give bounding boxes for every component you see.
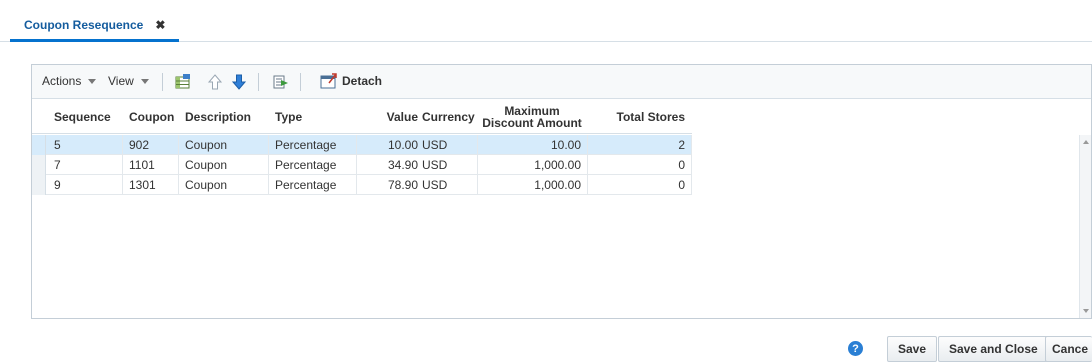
table-toolbar: Actions View Detach xyxy=(32,65,1091,99)
move-up-icon[interactable] xyxy=(206,73,224,91)
cell-currency: USD xyxy=(422,138,448,152)
cell-type: Percentage xyxy=(275,178,337,192)
actions-menu-label: Actions xyxy=(42,74,82,88)
actions-menu[interactable]: Actions xyxy=(42,74,97,88)
help-icon[interactable]: ? xyxy=(848,341,863,356)
column-divider xyxy=(691,175,692,195)
column-divider xyxy=(691,135,692,155)
cell-value: 78.90 xyxy=(387,178,418,192)
freeze-columns-icon[interactable] xyxy=(174,73,192,91)
cell-value: 10.00 xyxy=(387,138,418,152)
vertical-scrollbar[interactable] xyxy=(1079,135,1091,318)
detach-icon xyxy=(320,73,337,89)
column-header-total-stores[interactable]: Total Stores xyxy=(587,99,685,134)
cell-description: Coupon xyxy=(185,158,228,172)
column-header-maximum-discount-amount[interactable]: Maximum Discount Amount xyxy=(477,99,587,134)
table-row[interactable]: 7 1101 Coupon Percentage 34.90 USD 1,000… xyxy=(32,155,692,175)
column-divider xyxy=(268,155,269,175)
cell-description: Coupon xyxy=(185,178,228,192)
detach-button[interactable]: Detach xyxy=(320,73,382,89)
column-divider xyxy=(356,155,357,175)
cell-type: Percentage xyxy=(275,158,337,172)
toolbar-divider xyxy=(162,73,163,91)
cell-value: 34.90 xyxy=(387,158,418,172)
cell-currency: USD xyxy=(422,158,448,172)
scroll-up-icon[interactable] xyxy=(1083,140,1089,144)
tab-coupon-resequence[interactable]: Coupon Resequence ✖ xyxy=(10,10,180,42)
column-header-description[interactable]: Description xyxy=(185,99,251,134)
column-header-max-line2: Discount Amount xyxy=(482,115,582,130)
column-divider xyxy=(268,135,269,155)
cell-sequence: 5 xyxy=(54,138,61,152)
column-header-value[interactable]: Value xyxy=(362,99,418,134)
coupon-table-panel: Actions View Detach Sequence Coupon Desc… xyxy=(31,64,1092,319)
cell-total-stores: 0 xyxy=(678,158,685,172)
column-header-currency[interactable]: Currency xyxy=(422,99,475,134)
column-divider xyxy=(178,155,179,175)
column-header-max-line1: Maximum xyxy=(504,103,560,118)
row-selector[interactable] xyxy=(32,155,46,175)
cancel-button[interactable]: Cance xyxy=(1045,336,1092,362)
column-divider xyxy=(356,135,357,155)
row-selector[interactable] xyxy=(32,135,46,155)
chevron-down-icon xyxy=(140,78,149,84)
cell-max-discount: 1,000.00 xyxy=(534,158,581,172)
cell-max-discount: 1,000.00 xyxy=(534,178,581,192)
column-divider xyxy=(122,135,123,155)
cell-coupon: 1101 xyxy=(129,158,155,172)
wrap-icon[interactable] xyxy=(272,73,290,91)
cell-sequence: 7 xyxy=(54,158,61,172)
column-divider xyxy=(122,155,123,175)
tab-title: Coupon Resequence xyxy=(24,17,144,32)
toolbar-divider xyxy=(258,73,259,91)
column-divider xyxy=(178,135,179,155)
move-down-icon[interactable] xyxy=(230,73,248,91)
chevron-down-icon xyxy=(88,78,97,84)
view-menu[interactable]: View xyxy=(108,74,149,88)
cell-sequence: 9 xyxy=(54,178,61,192)
cell-currency: USD xyxy=(422,178,448,192)
scroll-down-icon[interactable] xyxy=(1083,309,1089,313)
table-header: Sequence Coupon Description Type Value C… xyxy=(32,99,692,134)
close-icon[interactable]: ✖ xyxy=(155,18,165,32)
table-row[interactable]: 5 902 Coupon Percentage 10.00 USD 10.00 … xyxy=(32,135,692,155)
column-header-type[interactable]: Type xyxy=(275,99,302,134)
detach-label: Detach xyxy=(342,74,383,88)
tab-bar: Coupon Resequence ✖ xyxy=(0,0,1092,42)
save-and-close-button[interactable]: Save and Close xyxy=(938,336,1049,362)
cell-type: Percentage xyxy=(275,138,337,152)
cell-description: Coupon xyxy=(185,138,228,152)
cell-coupon: 902 xyxy=(129,138,150,152)
cell-coupon: 1301 xyxy=(129,178,156,192)
column-divider xyxy=(691,155,692,175)
column-header-sequence[interactable]: Sequence xyxy=(54,99,111,134)
table-row[interactable]: 9 1301 Coupon Percentage 78.90 USD 1,000… xyxy=(32,175,692,195)
column-divider xyxy=(122,175,123,195)
table-body: 5 902 Coupon Percentage 10.00 USD 10.00 … xyxy=(32,135,692,195)
cell-total-stores: 2 xyxy=(678,138,685,152)
row-selector[interactable] xyxy=(32,175,46,195)
column-divider xyxy=(356,175,357,195)
column-divider xyxy=(268,175,269,195)
cell-total-stores: 0 xyxy=(678,178,685,192)
save-button[interactable]: Save xyxy=(887,336,938,362)
view-menu-label: View xyxy=(108,74,134,88)
column-divider xyxy=(178,175,179,195)
cell-max-discount: 10.00 xyxy=(550,138,581,152)
toolbar-divider xyxy=(300,73,301,91)
column-header-coupon[interactable]: Coupon xyxy=(129,99,174,134)
